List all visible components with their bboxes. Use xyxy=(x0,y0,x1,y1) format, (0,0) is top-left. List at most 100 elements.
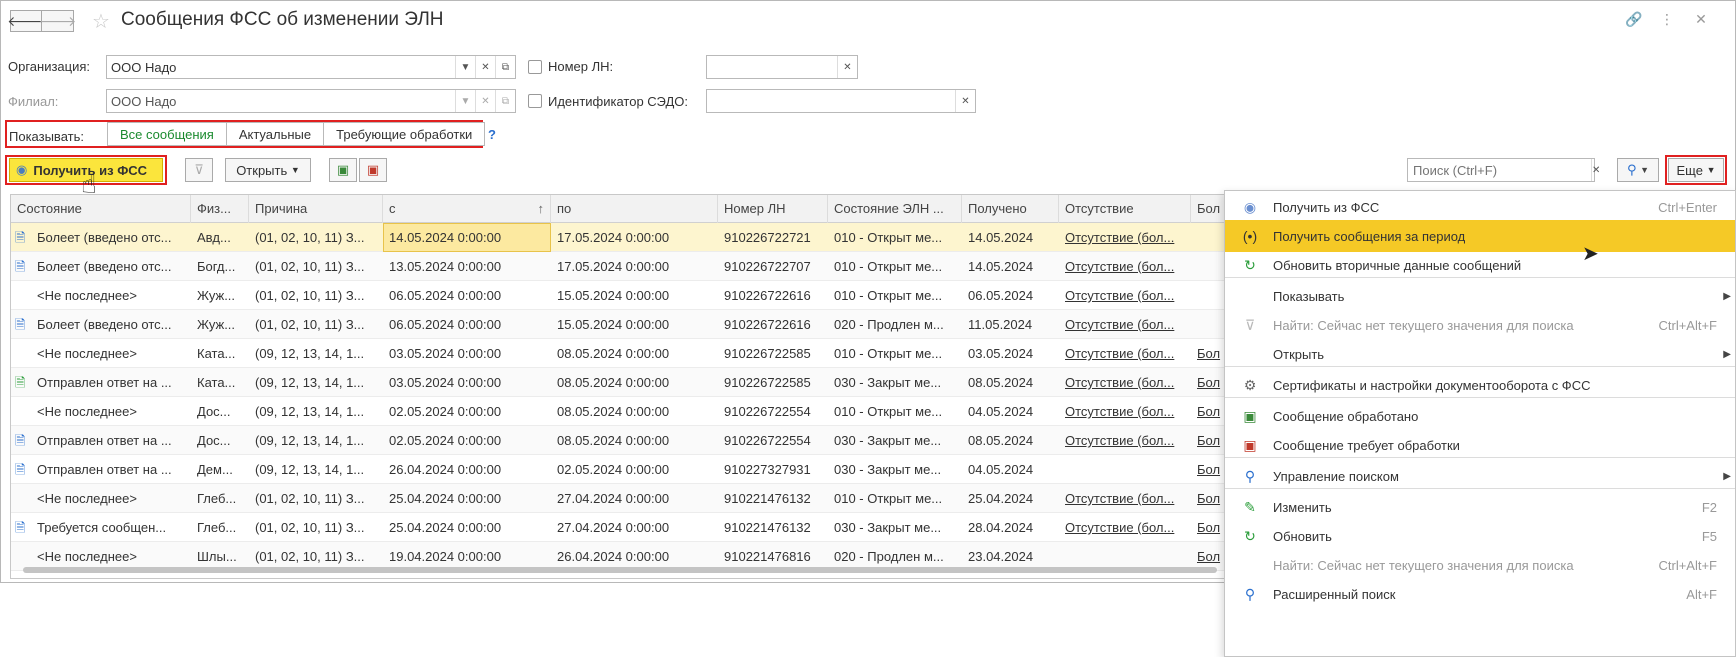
dropdown-icon[interactable]: ▼ xyxy=(455,56,475,78)
table-row[interactable]: 🗎 Отправлен ответ на ... Дос... (09, 12, 13… xyxy=(11,426,1225,455)
table-cell: 910226722554 xyxy=(724,433,811,448)
table-row[interactable]: 🗎 Болеет (введено отс... Богд... (01, 02, 1… xyxy=(11,252,1225,281)
menu-item[interactable]: (•) Получить сообщения за период xyxy=(1225,220,1735,252)
table-cell: 010 - Открыт ме... xyxy=(834,230,943,245)
organization-field[interactable]: ООО Надо ▼ ✕ ⧉ xyxy=(106,55,516,79)
table-cell: 08.05.2024 xyxy=(968,375,1034,390)
menu-item[interactable]: Открыть ▶ xyxy=(1225,338,1735,370)
table-row[interactable]: <Не последнее> Глеб... (01, 02, 10, 11) З.… xyxy=(11,484,1225,513)
table-cell[interactable] xyxy=(1191,310,1225,339)
table-cell[interactable]: Отсутствие (бол... xyxy=(1059,310,1191,339)
menu-item[interactable]: ▣ Сообщение требует обработки xyxy=(1225,429,1735,461)
column-header[interactable]: Состояние ЭЛН ... xyxy=(828,195,962,223)
table-cell[interactable]: Отсутствие (бол... xyxy=(1059,513,1191,542)
link-icon[interactable]: 🔗 xyxy=(1625,11,1642,28)
column-header[interactable]: Бол xyxy=(1191,195,1225,223)
menu-item[interactable]: ✎ Изменить F2 xyxy=(1225,491,1735,523)
table-cell[interactable] xyxy=(1191,281,1225,310)
column-header[interactable]: Состояние xyxy=(11,195,191,223)
table-cell[interactable]: Отсутствие (бол... xyxy=(1059,252,1191,281)
more-button[interactable]: Еще ▼ xyxy=(1668,158,1724,182)
table-cell: (09, 12, 13, 14, 1... xyxy=(255,433,365,448)
search-input[interactable] xyxy=(1408,159,1591,181)
table-row[interactable]: 🗎 Отправлен ответ на ... Дем... (09, 12, 13… xyxy=(11,455,1225,484)
sedo-checkbox[interactable] xyxy=(528,94,542,108)
dropdown-icon[interactable]: ▼ xyxy=(455,90,475,112)
table-header: Состояние Физ... Причина с ↑ по Номер ЛН … xyxy=(11,195,1225,223)
arrow-right-icon[interactable]: 🡒 xyxy=(39,10,76,32)
table-cell[interactable]: Бол xyxy=(1191,426,1225,455)
menu-item[interactable]: ⚲ Управление поиском ▶ xyxy=(1225,460,1735,492)
horizontal-scrollbar[interactable] xyxy=(23,567,1217,573)
star-icon[interactable]: ☆ xyxy=(92,9,110,34)
table-cell: 08.05.2024 0:00:00 xyxy=(557,346,670,361)
arrow-left-icon[interactable]: 🡐 xyxy=(7,10,45,32)
search-options-button[interactable]: ⚲ ▼ xyxy=(1617,158,1659,182)
ln-number-checkbox[interactable] xyxy=(528,60,542,74)
table-cell: 030 - Закрыт ме... xyxy=(834,462,942,477)
doc-needs-processing-icon[interactable]: ▣ xyxy=(359,158,387,182)
branch-field[interactable]: ООО Надо ▼ ✕ ⧉ xyxy=(106,89,516,113)
column-header[interactable]: Физ... xyxy=(191,195,249,223)
open-icon[interactable]: ⧉ xyxy=(495,56,515,78)
tab-requiring-processing[interactable]: Требующие обработки xyxy=(324,122,486,146)
more-vertical-icon[interactable]: ⋮ xyxy=(1659,11,1675,28)
menu-item[interactable]: ◉ Получить из ФСС Ctrl+Enter xyxy=(1225,191,1735,223)
table-cell[interactable] xyxy=(1059,455,1191,484)
table-row[interactable]: <Не последнее> Жуж... (01, 02, 10, 11) З..… xyxy=(11,281,1225,310)
ln-number-input[interactable]: ✕ xyxy=(706,55,858,79)
table-row[interactable]: 🗎 Требуется сообщен... Глеб... (01, 02, 10,… xyxy=(11,513,1225,542)
table-cell[interactable]: Отсутствие (бол... xyxy=(1059,484,1191,513)
close-icon[interactable]: ✕ xyxy=(1693,11,1709,28)
column-header[interactable]: Получено xyxy=(962,195,1059,223)
table-cell[interactable]: Бол xyxy=(1191,513,1225,542)
menu-item[interactable]: ⚙ Сертификаты и настройки документооборот… xyxy=(1225,369,1735,401)
table-cell[interactable]: Отсутствие (бол... xyxy=(1059,223,1191,252)
table-cell: Дем... xyxy=(197,462,233,477)
search-field[interactable]: ✕ xyxy=(1407,158,1600,182)
table-cell[interactable]: Бол xyxy=(1191,484,1225,513)
table-cell[interactable]: Отсутствие (бол... xyxy=(1059,339,1191,368)
table-cell[interactable]: Отсутствие (бол... xyxy=(1059,281,1191,310)
table-cell[interactable]: Бол xyxy=(1191,397,1225,426)
menu-item[interactable]: ↻ Обновить F5 xyxy=(1225,520,1735,552)
menu-item-hotkey: F5 xyxy=(1701,528,1717,544)
table-cell[interactable]: Отсутствие (бол... xyxy=(1059,397,1191,426)
column-header[interactable]: по xyxy=(551,195,718,223)
clear-icon[interactable]: ✕ xyxy=(1591,159,1600,181)
clear-icon[interactable]: ✕ xyxy=(475,56,495,78)
doc-processed-icon[interactable]: ▣ xyxy=(329,158,357,182)
table-cell[interactable]: Отсутствие (бол... xyxy=(1059,368,1191,397)
tab-actual[interactable]: Актуальные xyxy=(226,122,325,146)
table-cell[interactable]: Бол xyxy=(1191,339,1225,368)
find-filter-icon[interactable]: ⊽ xyxy=(185,158,213,182)
menu-item[interactable]: ⚲ Расширенный поиск Alt+F xyxy=(1225,578,1735,610)
table-cell[interactable] xyxy=(1191,223,1225,252)
open-dropdown-button[interactable]: Открыть ▼ xyxy=(225,158,311,182)
clear-icon[interactable]: ✕ xyxy=(475,90,495,112)
menu-item[interactable]: Показывать ▶ xyxy=(1225,280,1735,312)
sedo-input[interactable]: ✕ xyxy=(706,89,976,113)
clear-icon[interactable]: ✕ xyxy=(837,56,857,78)
column-header[interactable]: Причина xyxy=(249,195,383,223)
table-row[interactable]: <Не последнее> Ката... (09, 12, 13, 14, 1.… xyxy=(11,339,1225,368)
table-row[interactable]: 🗎 Отправлен ответ на ... Ката... (09, 12, 1… xyxy=(11,368,1225,397)
clear-icon[interactable]: ✕ xyxy=(955,90,975,112)
table-cell[interactable]: Бол xyxy=(1191,368,1225,397)
table-cell: 910226722554 xyxy=(724,404,811,419)
table-row[interactable]: 🗎 Болеет (введено отс... Жуж... (01, 02, 10… xyxy=(11,310,1225,339)
menu-item[interactable]: ↻ Обновить вторичные данные сообщений xyxy=(1225,249,1735,281)
table-cell[interactable]: Отсутствие (бол... xyxy=(1059,426,1191,455)
chevron-right-icon: ▶ xyxy=(1723,348,1731,360)
table-row[interactable]: 🗎 Болеет (введено отс... Авд... (01, 02, 10… xyxy=(11,223,1225,252)
column-header[interactable]: с ↑ xyxy=(383,195,551,223)
column-header[interactable]: Номер ЛН xyxy=(718,195,828,223)
open-icon[interactable]: ⧉ xyxy=(495,90,515,112)
menu-item[interactable]: ▣ Сообщение обработано xyxy=(1225,400,1735,432)
table-cell[interactable] xyxy=(1191,252,1225,281)
table-row[interactable]: <Не последнее> Дос... (09, 12, 13, 14, 1..… xyxy=(11,397,1225,426)
column-header[interactable]: Отсутствие xyxy=(1059,195,1191,223)
table-cell[interactable]: Бол xyxy=(1191,455,1225,484)
tab-all-messages[interactable]: Все сообщения xyxy=(107,122,227,146)
help-icon[interactable]: ? xyxy=(488,127,496,142)
